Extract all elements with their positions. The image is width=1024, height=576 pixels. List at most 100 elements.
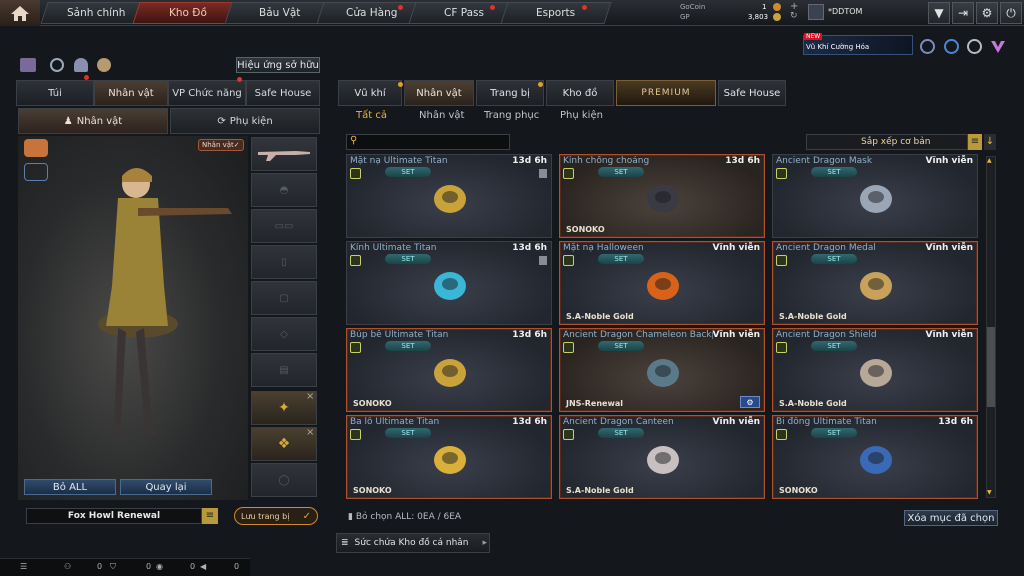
left-tab-bag[interactable]: Túi <box>16 80 94 106</box>
checkmark-icon: ✓ <box>302 510 311 522</box>
power-icon[interactable]: ⏻ <box>1000 2 1022 24</box>
count-chat: 0 <box>190 562 196 571</box>
event-icon-1[interactable] <box>920 39 935 54</box>
slot-helmet[interactable]: ◓ <box>251 173 317 207</box>
scroll-down-icon[interactable]: ▼ <box>987 489 995 497</box>
sort-dropdown[interactable]: Sắp xếp cơ bản <box>806 134 968 150</box>
right-tab-weapons[interactable]: Vũ khí <box>338 80 402 106</box>
home-button[interactable] <box>0 0 40 26</box>
left-tab-functional-items[interactable]: VP Chức năng <box>168 80 246 106</box>
subtab-character-label: Nhân vật <box>76 115 123 127</box>
search-input[interactable]: ⚲ <box>346 134 510 150</box>
settings-gear-icon[interactable]: ⚙ <box>976 2 998 24</box>
selection-status: ▮ Bỏ chọn ALL: 0EA / 6EA <box>348 512 461 522</box>
item-card[interactable]: Ba lô Ultimate Titan 13d 6h SET SONOKO <box>346 415 552 499</box>
character-view-icon[interactable] <box>24 163 48 181</box>
slot-vest[interactable]: ◇ <box>251 317 317 351</box>
set-badge: SET <box>811 254 857 264</box>
refresh-icon[interactable] <box>50 58 64 72</box>
speaker-icon[interactable]: ◀ <box>200 562 206 571</box>
item-card[interactable]: Búp bê Ultimate Titan 13d 6h SET SONOKO <box>346 328 552 412</box>
remove-accessory-1-icon[interactable]: × <box>306 391 314 402</box>
back-button[interactable]: Quay lại <box>120 479 212 495</box>
clan-icon[interactable]: ▼ <box>928 2 950 24</box>
character-icon: ♟ <box>63 115 73 127</box>
filter-all[interactable]: Tất cả <box>356 110 387 126</box>
slot-backpack[interactable]: ▢ <box>251 281 317 315</box>
sort-menu-icon[interactable]: ≡ <box>968 134 982 150</box>
item-card[interactable]: Ancient Dragon Chameleon BackpackVĩnh vi… <box>559 328 765 412</box>
friends-icon[interactable] <box>74 58 88 72</box>
item-image <box>647 185 679 213</box>
item-name: Ancient Dragon Chameleon Backpack <box>563 330 713 340</box>
item-card[interactable]: Mặt nạ Ultimate Titan 13d 6h SET <box>346 154 552 238</box>
item-owner: SONOKO <box>779 486 818 495</box>
capacity-panel[interactable]: ≣ Sức chứa Kho đồ cá nhân ▸ <box>336 533 490 553</box>
right-tab-storage[interactable]: Kho đồ <box>546 80 614 106</box>
item-card[interactable]: Bi đông Ultimate Titan 13d 6h SET SONOKO <box>772 415 978 499</box>
scroll-up-icon[interactable]: ▲ <box>987 157 995 165</box>
ring-icon: ◯ <box>278 474 290 486</box>
right-tab-safe-house[interactable]: Safe House <box>718 80 786 106</box>
item-duration: Vĩnh viễn <box>712 330 760 340</box>
item-card[interactable]: Ancient Dragon Medal Vĩnh viễn SET S.A-Nobl… <box>772 241 978 325</box>
slot-radio[interactable]: ▯ <box>251 245 317 279</box>
slot-weapon[interactable] <box>251 137 317 171</box>
exit-icon[interactable]: ⇥ <box>952 2 974 24</box>
list-icon[interactable]: ☰ <box>20 562 27 571</box>
gp-value: 3,803 <box>748 13 769 21</box>
character-menu-icon[interactable]: ≡ <box>202 508 218 524</box>
remove-accessory-2-icon[interactable]: × <box>306 427 314 438</box>
nav-tab-esports[interactable]: Esports <box>500 2 612 24</box>
refresh-currency-icon[interactable]: ↻ <box>790 11 798 21</box>
item-image <box>647 446 679 474</box>
ownership-effect-button[interactable]: Hiệu ứng sở hữu <box>236 57 320 73</box>
slot-accessory-3[interactable]: ◯ <box>251 463 317 497</box>
item-grade-icon <box>350 429 361 440</box>
filter-costume[interactable]: Trang phục <box>484 110 539 126</box>
event-icon-4[interactable] <box>990 39 1006 54</box>
item-name: Búp bê Ultimate Titan <box>350 330 449 340</box>
remove-all-button[interactable]: Bỏ ALL <box>24 479 116 495</box>
people-icon[interactable]: ⚇ <box>64 562 71 571</box>
subtab-accessories[interactable]: ⟳ Phụ kiện <box>170 108 320 134</box>
save-outfit-button[interactable]: Lưu trang bị ✓ <box>234 507 318 525</box>
gift-icon[interactable] <box>20 58 36 72</box>
slot-armor[interactable]: ▤ <box>251 353 317 387</box>
character-type-icon[interactable] <box>24 139 48 157</box>
right-tab-equipment[interactable]: Trang bị <box>476 80 544 106</box>
event-icon-3[interactable] <box>967 39 982 54</box>
left-tab-character[interactable]: Nhân vật <box>94 80 168 106</box>
scroll-thumb[interactable] <box>987 327 995 407</box>
filter-accessory[interactable]: Phụ kiện <box>560 110 603 126</box>
helmet-icon: ◓ <box>279 184 289 196</box>
customize-gear-icon[interactable]: ⚙ <box>740 396 760 408</box>
item-card[interactable]: Ancient Dragon Mask Vĩnh viễn SET <box>772 154 978 238</box>
trash-icon[interactable] <box>539 169 547 178</box>
right-tab-premium[interactable]: PREMIUM <box>616 80 716 106</box>
item-card[interactable]: Mặt nạ Halloween Vĩnh viễn SET S.A-Noble Go… <box>559 241 765 325</box>
event-icon-2[interactable] <box>944 39 959 54</box>
filter-character[interactable]: Nhân vật <box>419 110 464 126</box>
promo-banner[interactable]: NEW Vũ Khí Cường Hóa <box>803 33 913 55</box>
subtab-character[interactable]: ♟ Nhân vật <box>18 108 168 134</box>
item-card[interactable]: Ancient Dragon Canteen Vĩnh viễn SET S.A-No… <box>559 415 765 499</box>
set-badge: SET <box>598 341 644 351</box>
scrollbar[interactable]: ▲ ▼ <box>986 156 996 498</box>
item-card[interactable]: Ancient Dragon Shield Vĩnh viễn SET S.A-Nob… <box>772 328 978 412</box>
armor-icon: ▤ <box>279 364 289 376</box>
right-tab-characters[interactable]: Nhân vật <box>404 80 474 106</box>
item-card[interactable]: Kính chống choáng 13d 6h SET SONOKO <box>559 154 765 238</box>
trash-icon[interactable] <box>539 256 547 265</box>
sort-direction-icon[interactable]: ↓ <box>984 134 996 150</box>
item-image <box>860 359 892 387</box>
left-tab-safe-house[interactable]: Safe House <box>246 80 320 106</box>
shield-status-icon[interactable]: ⛉ <box>110 562 116 572</box>
set-badge: SET <box>598 167 644 177</box>
bag-icon[interactable] <box>97 58 111 72</box>
chat-icon[interactable]: ◉ <box>156 562 163 571</box>
delete-selected-button[interactable]: Xóa mục đã chọn <box>904 510 998 526</box>
item-card[interactable]: Kính Ultimate Titan 13d 6h SET <box>346 241 552 325</box>
accessory-icon: ⟳ <box>217 115 226 127</box>
slot-glasses[interactable]: ▭▭ <box>251 209 317 243</box>
